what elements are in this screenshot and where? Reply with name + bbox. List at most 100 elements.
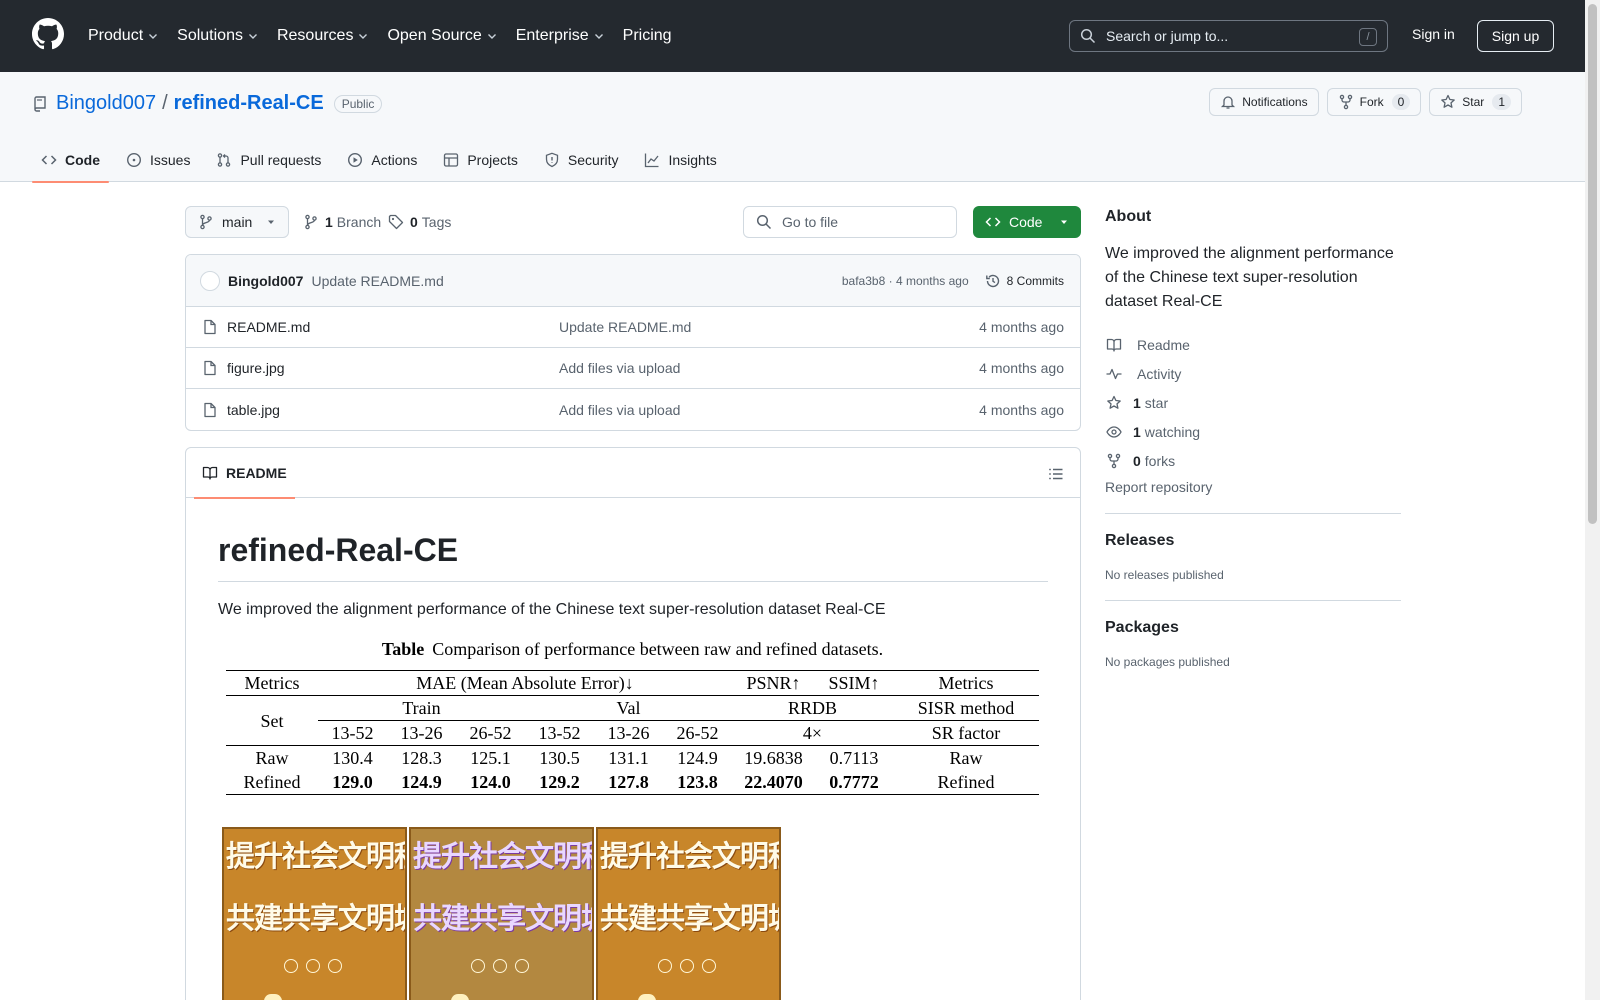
tab-actions[interactable]: Actions — [338, 138, 426, 182]
file-icon — [204, 360, 216, 376]
table-row[interactable]: table.jpg Add files via upload 4 months … — [186, 389, 1080, 430]
play-icon — [348, 152, 363, 168]
table-caption: Table Comparison of performance between r… — [226, 639, 1039, 660]
star-icon — [1441, 94, 1456, 108]
scrollbar-thumb[interactable] — [1588, 4, 1597, 524]
table-cell: 19.6838 — [744, 748, 803, 768]
search-placeholder: Search or jump to... — [1106, 28, 1229, 44]
tags-link[interactable]: 0 Tags — [388, 214, 451, 230]
table-header-cell: RRDB — [732, 695, 893, 721]
readme-tab[interactable]: README — [194, 448, 295, 499]
repo-title: Bingold007 / refined-Real-CE Public — [32, 92, 383, 115]
nav-open-source[interactable]: Open Source — [387, 27, 497, 45]
file-commit-message[interactable]: Add files via upload — [559, 402, 680, 418]
commit-age: 4 months ago — [895, 273, 969, 288]
readme-link[interactable]: Readme — [1105, 330, 1401, 359]
stars-link[interactable]: 1 star — [1105, 388, 1401, 417]
eye-icon — [1106, 425, 1122, 438]
repo-owner-link[interactable]: Bingold007 — [56, 92, 156, 115]
report-repository-link[interactable]: Report repository — [1105, 479, 1401, 495]
tab-label: Issues — [150, 152, 191, 168]
figure-panel: 提升社会文明程度 共建共享文明城市 — [409, 827, 594, 1000]
table-cell: 22.4070 — [732, 770, 815, 795]
tag-icon — [388, 214, 404, 230]
file-name-link[interactable]: figure.jpg — [227, 360, 559, 376]
branch-name: main — [222, 214, 253, 230]
repo-path-separator: / — [162, 92, 168, 114]
latest-commit-row: Bingold007 Update README.md bafa3b8 · 4 … — [186, 255, 1080, 307]
star-button[interactable]: Star 1 — [1429, 88, 1522, 116]
forks-link[interactable]: 0 forks — [1105, 446, 1401, 475]
file-name-link[interactable]: README.md — [227, 319, 559, 335]
table-header-cell: Set — [226, 695, 318, 746]
commit-author-link[interactable]: Bingold007 — [228, 273, 303, 289]
commit-message-link[interactable]: Update README.md — [311, 273, 443, 289]
file-age: 4 months ago — [979, 401, 1064, 418]
table-header-row: Set Train Val RRDB SISR method — [226, 695, 1039, 746]
repo-actions: Notifications Fork 0 Star 1 — [1201, 88, 1522, 116]
sign-up-button[interactable]: Sign up — [1477, 20, 1554, 52]
table-header-row: 13-52 13-26 26-52 13-52 13-26 26-52 4× S… — [226, 720, 1039, 746]
link-count: 1 — [1133, 394, 1141, 411]
packages-title[interactable]: Packages — [1105, 619, 1401, 637]
readme-description: We improved the alignment performance of… — [218, 601, 886, 618]
star-label: Star — [1462, 95, 1485, 109]
code-dropdown-button[interactable]: Code — [973, 206, 1081, 238]
table-row[interactable]: README.md Update README.md 4 months ago — [186, 307, 1080, 348]
tab-security[interactable]: Security — [535, 138, 628, 182]
tab-pull-requests[interactable]: Pull requests — [207, 138, 330, 182]
nav-product[interactable]: Product — [88, 27, 159, 45]
link-label: star — [1144, 394, 1169, 411]
fork-button[interactable]: Fork 0 — [1326, 88, 1422, 116]
file-name-link[interactable]: table.jpg — [227, 402, 559, 418]
figure-text-line: 提升社会文明程度 — [413, 839, 592, 873]
branch-select-button[interactable]: main — [185, 206, 289, 238]
code-icon — [985, 217, 1001, 227]
activity-link[interactable]: Activity — [1105, 359, 1401, 388]
about-title: About — [1105, 208, 1152, 225]
commits-link[interactable]: 8 Commits — [985, 273, 1064, 289]
github-logo-icon[interactable] — [32, 18, 64, 50]
go-to-file-input[interactable]: Go to file — [743, 206, 957, 238]
outline-button[interactable] — [1040, 458, 1072, 490]
caret-down-icon — [1061, 220, 1067, 224]
readme-header: README — [186, 448, 1080, 499]
avatar[interactable] — [200, 270, 220, 291]
page-scrollbar[interactable] — [1585, 0, 1600, 1000]
tab-issues[interactable]: Issues — [117, 138, 199, 182]
search-shortcut-key: / — [1359, 28, 1377, 46]
tab-code[interactable]: Code — [32, 138, 109, 183]
notifications-label: Notifications — [1242, 95, 1308, 109]
nav-solutions[interactable]: Solutions — [177, 27, 259, 45]
file-commit-message[interactable]: Update README.md — [559, 319, 691, 335]
global-search-input[interactable]: Search or jump to... / — [1069, 20, 1388, 52]
figure-panel: 提升社会文明程度 共建共享文明城市 — [596, 827, 781, 1000]
repo-tabs: Code Issues Pull requests Actions Projec… — [32, 138, 734, 183]
tab-insights[interactable]: Insights — [635, 138, 725, 182]
sign-in-link[interactable]: Sign in — [1412, 26, 1455, 42]
figure-text-line: 共建共享文明城市 — [413, 901, 592, 935]
branches-link[interactable]: 1 Branch — [303, 214, 381, 230]
list-icon — [1049, 468, 1063, 480]
repo-name-link[interactable]: refined-Real-CE — [174, 92, 324, 115]
table-row[interactable]: figure.jpg Add files via upload 4 months… — [186, 348, 1080, 389]
file-icon — [204, 402, 216, 417]
tab-projects[interactable]: Projects — [434, 138, 527, 182]
releases-section: Releases No releases published — [1105, 514, 1401, 582]
nav-enterprise[interactable]: Enterprise — [516, 27, 605, 45]
commit-hash-link[interactable]: bafa3b8 — [842, 274, 885, 288]
releases-title[interactable]: Releases — [1105, 532, 1401, 550]
table-header-cell: 26-52 — [456, 720, 525, 746]
graph-icon — [645, 153, 659, 168]
notifications-button[interactable]: Notifications — [1209, 88, 1319, 116]
chevron-down-icon — [248, 34, 257, 39]
nav-resources[interactable]: Resources — [277, 27, 369, 45]
nav-pricing[interactable]: Pricing — [623, 27, 672, 45]
watchers-link[interactable]: 1 watching — [1105, 417, 1401, 446]
file-commit-message[interactable]: Add files via upload — [559, 360, 680, 376]
table-cell: 124.9 — [677, 748, 718, 768]
chevron-down-icon — [359, 34, 368, 39]
readme-tab-label: README — [226, 465, 287, 481]
tab-label: Actions — [371, 152, 418, 168]
about-description: We improved the alignment performance of… — [1105, 245, 1394, 310]
